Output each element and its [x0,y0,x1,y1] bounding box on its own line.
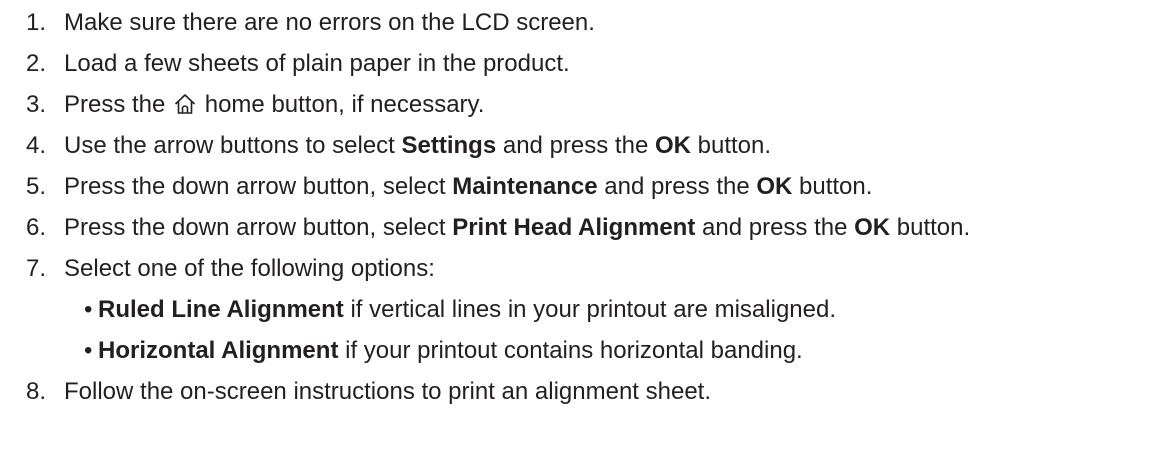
text-segment: Press the down arrow button, select [64,173,453,200]
step-number: 3. [26,91,47,118]
option-name: Ruled Line Alignment [98,296,344,323]
menu-name-maintenance: Maintenance [452,173,598,200]
text-segment: Use the arrow buttons to select [64,132,402,159]
step-text: Press the home button, if necessary. [64,88,484,122]
step-text-before: Press the [64,91,166,118]
step-number: 1. [26,9,47,36]
step-number: 5. [26,173,47,200]
step-text: Load a few sheets of plain paper in the … [64,50,570,77]
step-text: Select one of the following options: [64,255,435,282]
option-description: if vertical lines in your printout are m… [343,296,837,323]
text-segment: button. [792,173,873,200]
bullet-marker: • [84,337,93,364]
text-segment: button. [690,132,772,159]
step-text: Press the down arrow button, select Main… [64,170,872,204]
menu-name-settings: Settings [401,132,497,159]
option-name: Horizontal Alignment [98,337,339,364]
instruction-document: 1. Make sure there are no errors on the … [0,0,1163,461]
step-text: Use the arrow buttons to select Settings… [64,129,771,163]
step-text-after: home button, if necessary. [204,91,485,118]
text-segment: Press the down arrow button, select [64,214,453,241]
step-text: Press the down arrow button, select Prin… [64,211,970,245]
step-number: 7. [26,255,47,282]
bullet-marker: • [84,296,93,323]
step-number: 8. [26,378,47,405]
option-description: if your printout contains horizontal ban… [338,337,803,364]
button-name-ok: OK [854,214,891,241]
option-text: Horizontal Alignment if your printout co… [98,334,803,368]
text-segment: and press the [597,173,757,200]
text-segment: and press the [496,132,655,159]
button-name-ok: OK [756,173,793,200]
menu-name-print-head-alignment: Print Head Alignment [452,214,696,241]
button-name-ok: OK [654,132,691,159]
option-text: Ruled Line Alignment if vertical lines i… [98,293,836,327]
home-icon [175,94,196,114]
text-segment: button. [890,214,971,241]
step-number: 2. [26,50,47,77]
step-text: Make sure there are no errors on the LCD… [64,9,595,36]
step-text: Follow the on-screen instructions to pri… [64,378,712,405]
step-number: 4. [26,132,47,159]
text-segment: and press the [695,214,855,241]
step-number: 6. [26,214,47,241]
